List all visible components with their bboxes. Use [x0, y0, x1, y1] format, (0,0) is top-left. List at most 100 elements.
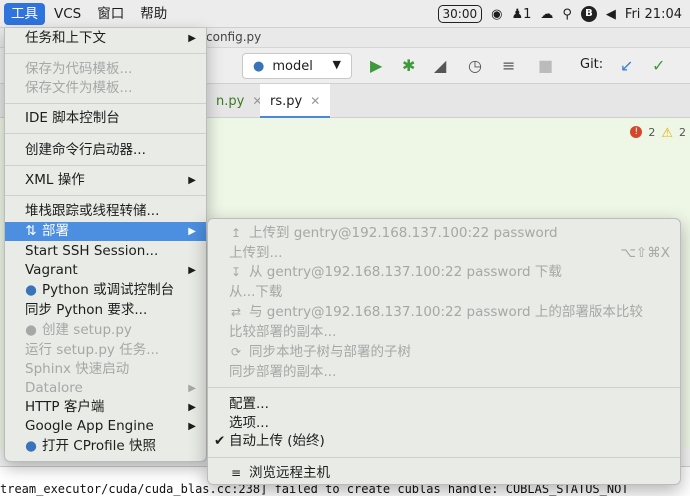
- menu-item-label: 运行 setup.py 任务...: [25, 342, 160, 358]
- window-title: config.py: [206, 30, 262, 44]
- submenu-item-label: 从 gentry@192.168.137.100:22 password 下载: [249, 264, 562, 280]
- submenu-item-label: 比较部署的副本...: [229, 324, 337, 340]
- timer-badge[interactable]: 30:00: [437, 5, 483, 23]
- inspection-widget[interactable]: ! 2 ⚠ 2: [630, 126, 686, 141]
- submenu-item-configuration[interactable]: 配置...: [208, 394, 680, 414]
- menu-vcs[interactable]: VCS: [47, 3, 88, 25]
- submenu-item-compare-with-host[interactable]: ⇄ 与 gentry@192.168.137.100:22 password 上的…: [208, 302, 680, 322]
- submenu-separator: [208, 457, 680, 458]
- menu-item-label: 保存文件为模板...: [25, 80, 133, 96]
- cloud-icon[interactable]: ☁: [540, 7, 553, 22]
- menu-item-label: 创建 setup.py: [42, 322, 132, 338]
- pin-icon[interactable]: ⚲: [562, 7, 572, 22]
- volume-icon[interactable]: ◀: [606, 7, 616, 22]
- submenu-arrow-icon: ▶: [188, 33, 196, 44]
- submenu-separator: [208, 387, 680, 388]
- menu-item-label: Vagrant: [25, 262, 78, 278]
- tab-label: n.py: [216, 94, 245, 109]
- close-icon[interactable]: ✕: [310, 94, 320, 108]
- compare-icon: ⇄: [230, 305, 242, 319]
- warning-icon: ⚠: [661, 126, 673, 141]
- python-icon: ●: [25, 282, 37, 298]
- submenu-item-label: 选项...: [229, 415, 269, 431]
- menu-item-stack-trace[interactable]: 堆栈跟踪或线程转储...: [5, 202, 206, 221]
- menu-item-label: 创建命令行启动器...: [25, 142, 146, 158]
- error-count: 2: [648, 126, 656, 139]
- menu-item-deployment[interactable]: ⇅ 部署 ▶: [5, 222, 206, 241]
- submenu-arrow-icon: ▶: [188, 383, 196, 394]
- checkmark-icon: ✔: [214, 433, 226, 449]
- coverage-icon[interactable]: ◢: [434, 56, 446, 75]
- menu-item-python-console[interactable]: ● Python 或调试控制台: [5, 281, 206, 300]
- menu-item-save-file-template[interactable]: 保存文件为模板...: [5, 79, 206, 98]
- submenu-item-sync-subtree[interactable]: ⟳ 同步本地子树与部署的子树: [208, 342, 680, 362]
- submenu-item-auto-upload[interactable]: ✔ 自动上传 (始终): [208, 431, 680, 451]
- git-commit-icon[interactable]: ✓: [652, 56, 665, 75]
- menu-item-label: 部署: [42, 223, 69, 239]
- git-update-icon[interactable]: ↙: [620, 56, 633, 75]
- submenu-item-upload-to-host[interactable]: ↥ 上传到 gentry@192.168.137.100:22 password: [208, 223, 680, 243]
- error-icon: !: [630, 126, 643, 138]
- menu-item-run-setup-py-task[interactable]: 运行 setup.py 任务...: [5, 341, 206, 360]
- submenu-item-label: 上传到 gentry@192.168.137.100:22 password: [249, 225, 558, 241]
- menu-item-sphinx-quickstart[interactable]: Sphinx 快速启动: [5, 360, 206, 379]
- menu-separator: [5, 103, 206, 104]
- list-icon: ≡: [230, 466, 242, 480]
- menu-help[interactable]: 帮助: [133, 3, 174, 25]
- status-area: 30:00 ◉ ♟1 ☁ ⚲ B ◀ Fri 21:04: [437, 0, 682, 28]
- menu-item-ssh-session[interactable]: Start SSH Session...: [5, 242, 206, 261]
- submenu-item-label: 浏览远程主机: [249, 465, 330, 481]
- menu-item-datalore[interactable]: Datalore ▶: [5, 379, 206, 398]
- upload-icon: ↥: [230, 226, 242, 240]
- run-target-icon[interactable]: ≡: [502, 56, 515, 75]
- notification-icon[interactable]: ♟1: [511, 7, 531, 22]
- menu-item-google-app-engine[interactable]: Google App Engine ▶: [5, 417, 206, 436]
- git-label: Git:: [580, 57, 604, 72]
- wechat-icon[interactable]: ◉: [491, 7, 502, 22]
- submenu-arrow-icon: ▶: [188, 175, 196, 186]
- menu-item-save-code-template[interactable]: 保存为代码模板...: [5, 60, 206, 79]
- run-icon[interactable]: ▶: [370, 56, 382, 75]
- menu-item-label: 保存为代码模板...: [25, 61, 133, 77]
- submenu-item-download-from[interactable]: 从...下载: [208, 282, 680, 302]
- submenu-item-compare-deployed[interactable]: 比较部署的副本...: [208, 322, 680, 342]
- menu-item-label: IDE 脚本控制台: [25, 110, 120, 126]
- menu-item-label: Sphinx 快速启动: [25, 361, 130, 377]
- submenu-item-download-from-host[interactable]: ↧ 从 gentry@192.168.137.100:22 password 下载: [208, 262, 680, 282]
- menu-item-http-client[interactable]: HTTP 客户端 ▶: [5, 398, 206, 417]
- menu-item-ide-script-console[interactable]: IDE 脚本控制台: [5, 109, 206, 128]
- menu-item-label: Start SSH Session...: [25, 243, 159, 259]
- menu-item-open-cprofile[interactable]: ● 打开 CProfile 快照: [5, 437, 206, 456]
- tab-file-2[interactable]: rs.py ✕: [260, 84, 331, 118]
- submenu-item-label: 上传到...: [229, 245, 283, 261]
- sync-icon: ⟳: [230, 345, 242, 359]
- submenu-arrow-icon: ▶: [188, 421, 196, 432]
- run-config-selector[interactable]: ● model ▼: [242, 53, 352, 79]
- macos-menubar: 工具 VCS 窗口 帮助 30:00 ◉ ♟1 ☁ ⚲ B ◀ Fri 21:0…: [0, 0, 690, 28]
- menu-item-label: Python 或调试控制台: [42, 282, 175, 298]
- b-app-icon[interactable]: B: [580, 6, 597, 22]
- menu-item-create-setup-py[interactable]: ● 创建 setup.py: [5, 321, 206, 340]
- menu-window[interactable]: 窗口: [90, 3, 131, 25]
- run-config-label: model: [272, 58, 313, 74]
- submenu-item-options[interactable]: 选项...: [208, 413, 680, 433]
- submenu-item-label: 同步本地子树与部署的子树: [249, 344, 411, 360]
- notification-count: 1: [523, 6, 532, 22]
- submenu-item-upload-to[interactable]: 上传到... ⌥⇧⌘X: [208, 243, 680, 263]
- menu-item-xml-actions[interactable]: XML 操作 ▶: [5, 171, 206, 190]
- python-icon: ●: [253, 58, 265, 74]
- menu-item-create-cli-launcher[interactable]: 创建命令行启动器...: [5, 141, 206, 160]
- submenu-item-label: 同步部署的副本...: [229, 364, 337, 380]
- profile-icon[interactable]: ◷: [468, 56, 482, 75]
- menu-item-tasks-context[interactable]: 任务和上下文 ▶: [5, 29, 206, 48]
- menu-tools[interactable]: 工具: [4, 2, 45, 25]
- submenu-item-browse-remote-host[interactable]: ≡ 浏览远程主机: [208, 463, 680, 483]
- menu-item-sync-python-requirements[interactable]: 同步 Python 要求...: [5, 301, 206, 320]
- debug-icon[interactable]: ✱: [402, 56, 415, 75]
- tools-menu: 任务和上下文 ▶ 保存为代码模板... 保存文件为模板... IDE 脚本控制台 …: [4, 28, 207, 462]
- submenu-item-sync-deployed[interactable]: 同步部署的副本...: [208, 362, 680, 382]
- download-icon: ↧: [230, 265, 242, 279]
- menu-item-vagrant[interactable]: Vagrant ▶: [5, 261, 206, 280]
- submenu-item-label: 配置...: [229, 396, 269, 412]
- stop-icon[interactable]: ■: [538, 56, 553, 75]
